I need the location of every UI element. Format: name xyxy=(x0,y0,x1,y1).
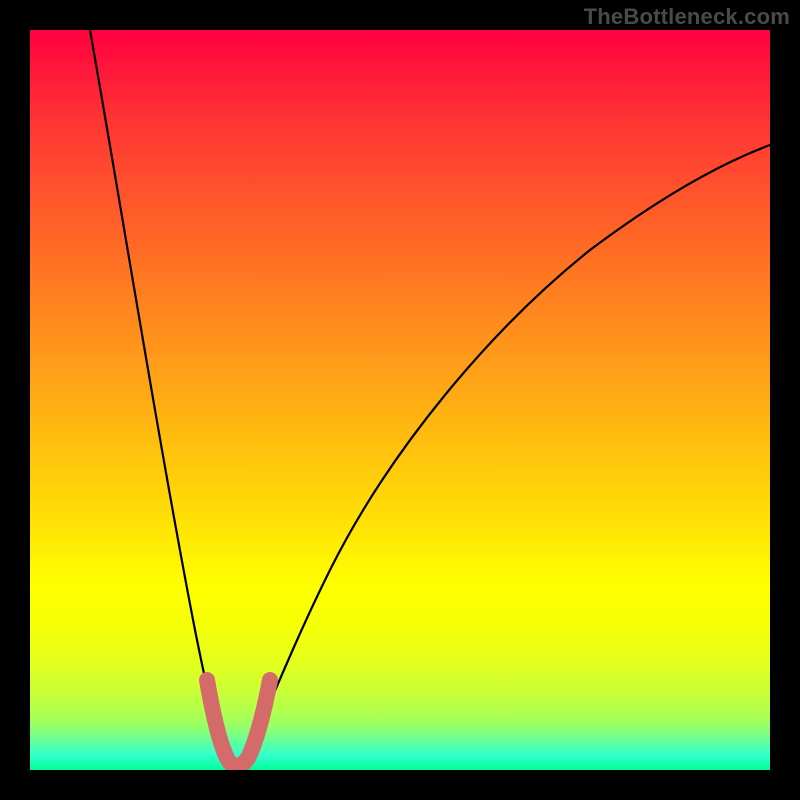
chart-frame: TheBottleneck.com xyxy=(0,0,800,800)
highlight-segment xyxy=(207,680,270,766)
curve-layer xyxy=(30,30,770,770)
bottleneck-curve xyxy=(90,30,770,765)
plot-area xyxy=(30,30,770,770)
watermark-text: TheBottleneck.com xyxy=(584,4,790,30)
